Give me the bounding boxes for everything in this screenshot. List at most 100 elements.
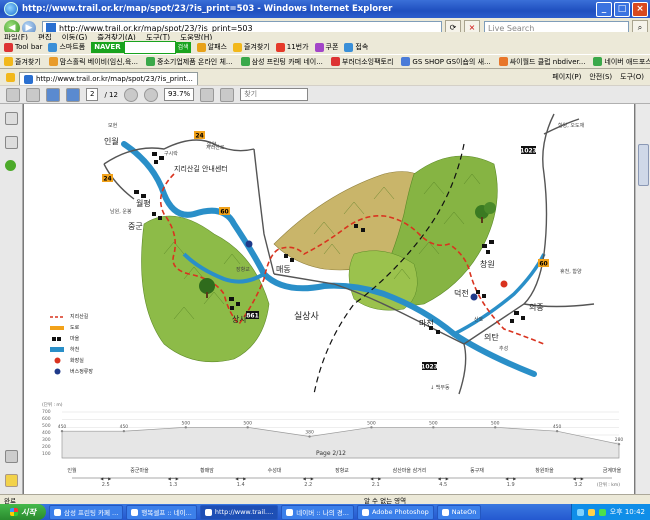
close-button[interactable]: × (632, 2, 648, 17)
app-icon (441, 508, 449, 516)
task-item[interactable]: 행복셀프 :: 네이... (126, 504, 197, 520)
site-icon (330, 57, 340, 66)
segment-distance: 2.1 (372, 482, 380, 488)
segment-distance: 2.2 (304, 482, 312, 488)
star-icon (4, 57, 13, 66)
favorite-link[interactable]: 삼성 프린팅 카페 네이... (240, 57, 323, 67)
elev-point-label: 450 (58, 424, 67, 430)
volume-icon[interactable] (587, 508, 595, 516)
vertical-scrollbar[interactable] (635, 104, 650, 494)
prev-page-button[interactable] (46, 87, 60, 102)
task-item[interactable]: 네이버 :: 나의 경... (281, 504, 354, 520)
page-menu[interactable]: 페이지(P) (552, 72, 581, 82)
comment-icon[interactable] (5, 474, 18, 487)
favorite-link[interactable]: 부러더소잉팩토리 (330, 57, 393, 67)
label-sangsa: 상사 (232, 315, 247, 324)
naver-search-input[interactable] (123, 40, 176, 54)
attachments-icon[interactable] (5, 136, 18, 149)
tools-menu[interactable]: 도구(O) (620, 72, 644, 82)
fit-page-icon[interactable] (200, 87, 215, 102)
pdf-page: 24 24 60 60 861 1023 1023 인월 지리산길 안내센터 월… (24, 104, 634, 494)
naver-search[interactable]: NAVER 검색 (91, 40, 191, 54)
legend-item: 도로 (50, 322, 93, 333)
tab-active[interactable]: http://www.trail.or.kr/map/spot/23/?is_p… (19, 71, 198, 85)
elevation-profile: (단위 : m) 700 600 500 400 300 200 100 450… (34, 402, 624, 490)
pages-icon[interactable] (5, 112, 18, 125)
smartform-icon (48, 42, 58, 52)
fit-width-icon[interactable] (220, 87, 235, 102)
safety-menu[interactable]: 안전(S) (589, 72, 612, 82)
scrollbar-thumb[interactable] (638, 144, 649, 186)
toolbar-alpass[interactable]: 알패스 (196, 42, 227, 52)
svg-text:60: 60 (539, 261, 547, 268)
elev-point (60, 429, 64, 433)
minimize-button[interactable]: _ (596, 2, 612, 17)
legend-item: 버스정류장 (50, 366, 93, 377)
task-item[interactable]: Adobe Photoshop (356, 504, 434, 520)
toolbar-coupon[interactable]: 쿠폰 (314, 42, 338, 52)
task-item[interactable]: 삼성 프린팅 카페 ... (49, 504, 124, 520)
help-icon[interactable] (5, 160, 16, 171)
start-button[interactable]: 시작 (0, 504, 46, 520)
label-jungjun: 중군 (128, 222, 143, 231)
favorites-bar: 즐겨찾기 맘스홀릭 베이비(임신,육... 중소기업제품 온라인 체... 삼성… (0, 54, 650, 69)
toolbar-favorites[interactable]: 즐겨찾기 (232, 42, 270, 52)
zoom-out-button[interactable] (123, 87, 138, 102)
label-hamyang2: 휴천, 함양 (560, 269, 582, 275)
next-page-button[interactable] (66, 87, 80, 102)
toolbar-brand[interactable]: Tool bar (4, 42, 42, 52)
site-icon (593, 57, 603, 66)
toolbar-connect[interactable]: 접속 (344, 42, 368, 52)
favorite-link[interactable]: 중소기업제품 온라인 체... (146, 57, 233, 67)
11st-icon (275, 42, 285, 52)
taskbar: 시작 삼성 프린팅 카페 ... 행복셀프 :: 네이... http://ww… (0, 504, 650, 520)
segment-arrow: ◀──▶ (438, 476, 450, 481)
stop-label: 인월 (67, 467, 77, 474)
messenger-icon[interactable] (598, 508, 606, 516)
task-item[interactable]: NateOn (436, 504, 482, 520)
favorite-link[interactable]: 맘스홀릭 베이비(임신,육... (48, 57, 138, 67)
zoom-input[interactable]: 93.7% (163, 88, 195, 101)
elev-point (122, 429, 126, 433)
paperclip-icon[interactable] (5, 450, 18, 463)
favorites-center-icon[interactable] (6, 72, 15, 82)
addon-toolbar: Tool bar 스마트폼 NAVER 검색 알패스 즐겨찾기 11번가 쿠폰 … (0, 40, 650, 54)
elevation-chart: 450 450 500 500 380 500 500 500 450 280 인월 중군마을 황매암 수… (58, 411, 623, 488)
svg-text:1023: 1023 (421, 364, 438, 371)
favorite-link[interactable]: 네이버 애드포스트 (593, 57, 650, 67)
legend-item: 지리산길 (50, 314, 89, 320)
elev-point (432, 426, 435, 429)
network-icon[interactable] (576, 508, 584, 516)
elev-point (308, 435, 311, 438)
task-item-active[interactable]: http://www.trail.... (199, 504, 279, 520)
app-icon (54, 508, 61, 516)
segment-arrow: ◀──▶ (235, 476, 247, 481)
toolbar-logo-icon (4, 42, 13, 52)
stop-label: 수성대 (268, 467, 282, 474)
favorite-link[interactable]: 싸이월드 클럽 nbdiver... (498, 57, 585, 67)
toolbar-smartform[interactable]: 스마트폼 (48, 42, 85, 52)
page-total: / 12 (104, 90, 118, 99)
elev-point (494, 426, 497, 429)
star-icon (6, 72, 15, 82)
page-number-input[interactable]: 2 (86, 88, 99, 101)
print-icon[interactable] (6, 87, 20, 102)
segment-distance: 2.5 (102, 482, 110, 488)
maximize-button[interactable]: □ (614, 2, 630, 17)
star-icon (232, 42, 242, 52)
label-maedong: 매동 (276, 265, 291, 274)
app-icon (286, 508, 294, 516)
toolbar-11st[interactable]: 11번가 (275, 42, 309, 52)
favorites-button[interactable]: 즐겨찾기 (4, 57, 41, 67)
favorite-link[interactable]: GS SHOP GS이숍의 새... (401, 57, 491, 67)
site-icon (498, 57, 508, 66)
find-input[interactable]: 찾기 (240, 88, 309, 101)
stop-label: 중군마을 (130, 467, 149, 474)
naver-search-button[interactable]: 검색 (175, 41, 191, 53)
segment-arrow: ◀──▶ (303, 476, 315, 481)
elev-point-label: 500 (491, 420, 500, 426)
label-silsangsa: 실상사 (294, 312, 319, 322)
label-janghang: 장항교 (236, 267, 250, 273)
zoom-in-button[interactable] (143, 87, 158, 102)
save-icon[interactable] (26, 87, 40, 102)
